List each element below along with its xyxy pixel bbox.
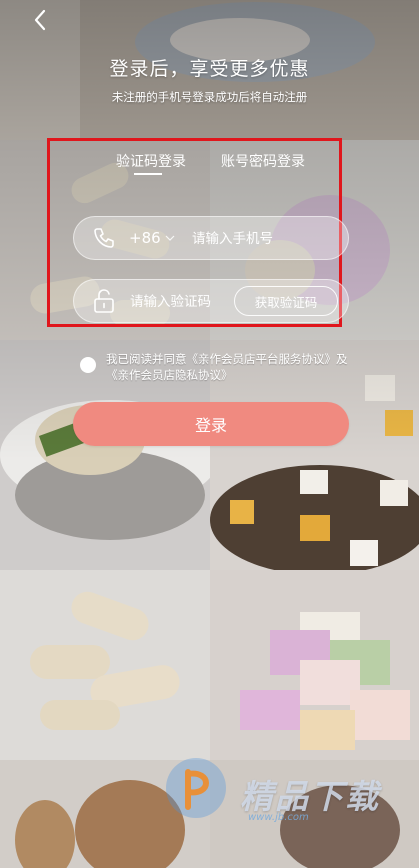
privacy-agreement-link[interactable]: 《亲作会员店隐私协议》 bbox=[106, 368, 233, 382]
active-tab-indicator bbox=[134, 173, 162, 175]
get-code-button[interactable]: 获取验证码 bbox=[234, 286, 338, 316]
agreement-text: 我已阅读并同意《亲作会员店平台服务协议》及《亲作会员店隐私协议》 bbox=[106, 351, 366, 383]
chevron-down-icon[interactable] bbox=[165, 234, 175, 242]
phone-icon bbox=[94, 228, 114, 248]
login-button[interactable]: 登录 bbox=[73, 402, 349, 446]
phone-input[interactable] bbox=[190, 224, 344, 254]
tab-password-login[interactable]: 账号密码登录 bbox=[221, 151, 305, 171]
watermark-subtext: www.jb.com bbox=[248, 812, 309, 823]
agreement-and: 及 bbox=[336, 352, 348, 366]
chevron-left-icon[interactable] bbox=[28, 8, 52, 32]
service-agreement-link[interactable]: 《亲作会员店平台服务协议》 bbox=[187, 352, 337, 366]
tab-sms-code-login[interactable]: 验证码登录 bbox=[116, 151, 186, 171]
agreement-prefix: 我已阅读并同意 bbox=[106, 352, 187, 366]
country-code-selector[interactable]: +86 bbox=[129, 229, 161, 247]
page-subline: 未注册的手机号登录成功后将自动注册 bbox=[111, 90, 308, 104]
watermark-text: 精品下载 bbox=[240, 777, 380, 816]
verification-code-input[interactable] bbox=[128, 287, 234, 317]
page-headline: 登录后，享受更多优惠 bbox=[109, 58, 310, 80]
lock-icon bbox=[94, 289, 114, 313]
agreement-checkbox[interactable] bbox=[80, 357, 96, 373]
